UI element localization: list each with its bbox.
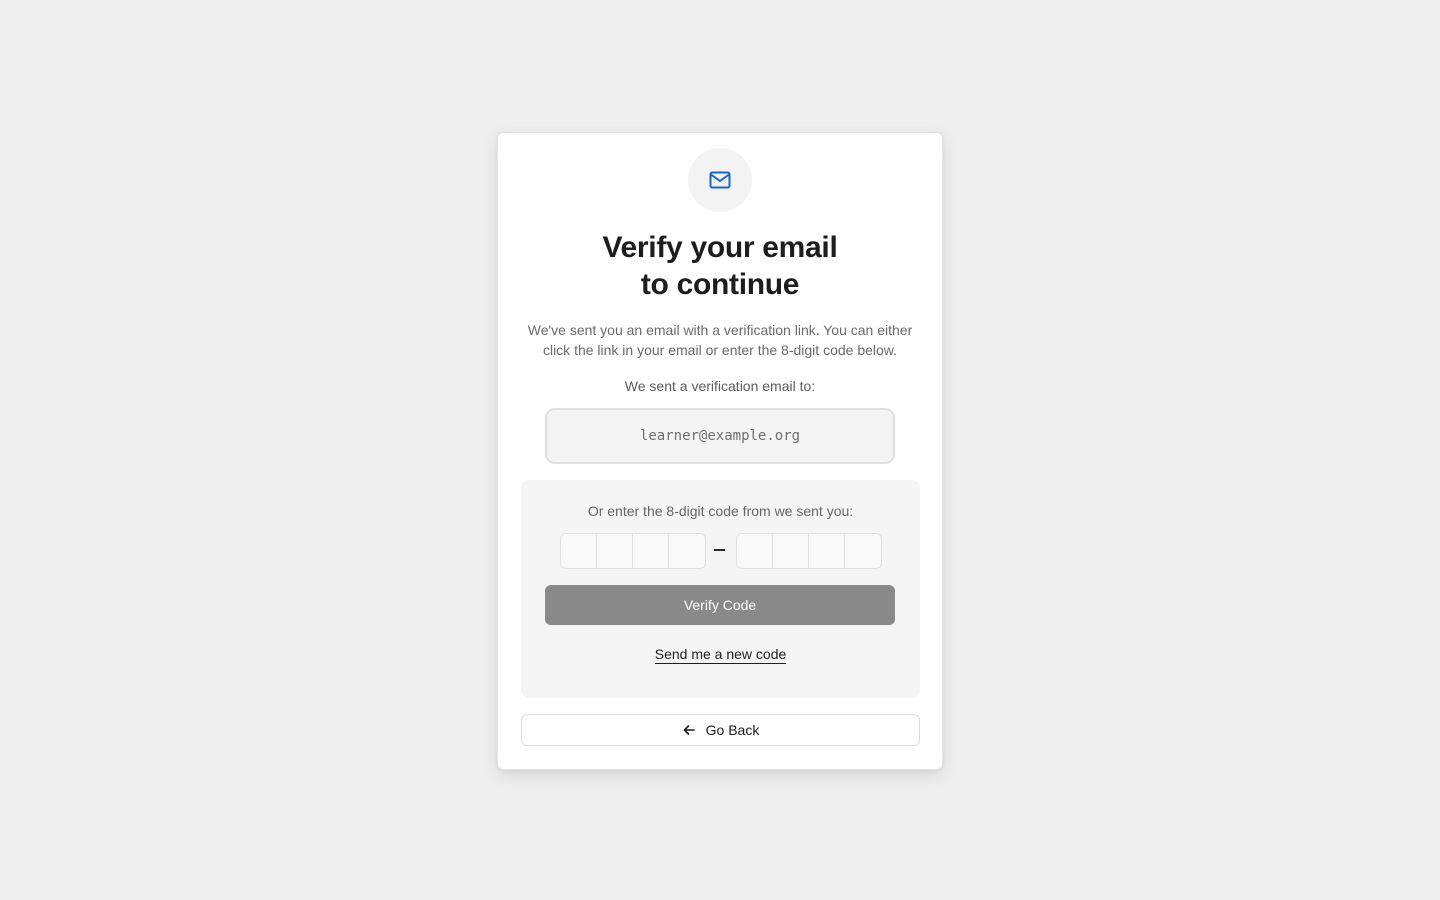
code-digit-7[interactable] [809, 534, 845, 568]
email-display: learner@example.org [545, 408, 895, 464]
mail-icon [709, 171, 731, 189]
code-separator [714, 549, 725, 551]
code-digit-4[interactable] [669, 534, 705, 568]
code-group-second [736, 533, 882, 569]
verify-code-button[interactable]: Verify Code [545, 585, 895, 625]
verification-card: Verify your email to continue We've sent… [497, 132, 943, 770]
page-title-line-1: Verify your email [602, 231, 838, 264]
code-digit-5[interactable] [737, 534, 773, 568]
code-entry-panel: Or enter the 8-digit code from we sent y… [521, 480, 920, 698]
go-back-label: Go Back [705, 722, 760, 738]
code-digit-2[interactable] [597, 534, 633, 568]
instructions-text: We've sent you an email with a verificat… [527, 322, 913, 358]
code-digit-6[interactable] [773, 534, 809, 568]
arrow-left-icon [683, 725, 695, 735]
mail-icon-badge [688, 148, 752, 212]
page-title-line-2: to continue [640, 268, 800, 301]
code-digit-1[interactable] [561, 534, 597, 568]
send-new-code-link[interactable]: Send me a new code [654, 646, 787, 664]
resend-link-container: Send me a new code [521, 645, 920, 664]
code-digit-3[interactable] [633, 534, 669, 568]
code-digit-8[interactable] [845, 534, 881, 568]
page-title: Verify your email to continue [498, 229, 942, 303]
code-group-first [560, 533, 706, 569]
code-entry-label: Or enter the 8-digit code from we sent y… [587, 503, 854, 519]
sent-to-label: We sent a verification email to: [624, 378, 816, 394]
go-back-button[interactable]: Go Back [521, 714, 920, 746]
email-address: learner@example.org [639, 428, 801, 444]
